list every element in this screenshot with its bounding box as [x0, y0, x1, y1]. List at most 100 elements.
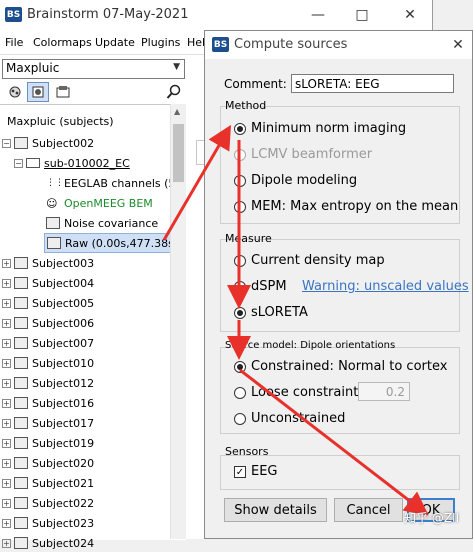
dialog-title: Compute sources [234, 37, 348, 52]
unscaled-warning-link[interactable]: Warning: unscaled values [302, 279, 469, 294]
subject-label: Subject005 [32, 296, 95, 310]
tree-item-headmodel[interactable]: ☺ OpenMEEG BEM [46, 194, 153, 212]
expand-icon[interactable]: + [2, 518, 11, 528]
expand-icon[interactable]: + [2, 538, 11, 548]
tree-item-noisecov[interactable]: Noise covariance [46, 214, 158, 232]
tree-subject[interactable]: + Subject020 [2, 454, 94, 472]
cancel-button[interactable]: Cancel [334, 498, 403, 522]
expand-icon[interactable]: + [2, 278, 11, 288]
tree-subject[interactable]: + Subject003 [2, 254, 94, 272]
expand-icon[interactable]: + [2, 498, 11, 508]
method-dipole-radio[interactable] [234, 175, 246, 187]
tree-subject[interactable]: + Subject005 [2, 294, 94, 312]
maximize-button[interactable]: □ [347, 0, 377, 30]
expand-icon[interactable]: + [2, 478, 11, 488]
expand-icon[interactable]: + [2, 398, 11, 408]
brainstorm-logo-icon: BS [5, 7, 22, 22]
tree-subject[interactable]: + Subject006 [2, 314, 94, 332]
orient-unconstrained-radio[interactable] [234, 413, 246, 425]
subject-icon [14, 397, 28, 409]
sensors-title: Sensors [225, 445, 269, 458]
sensor-eeg-checkbox[interactable]: ✓ [234, 466, 246, 478]
show-details-button[interactable]: Show details [224, 498, 327, 522]
tree-root[interactable]: Maxpluic (subjects) [7, 112, 114, 130]
subject-label: Subject006 [32, 316, 95, 330]
orient-loose-label[interactable]: Loose constraints [251, 385, 365, 400]
view-subjects-button[interactable] [27, 82, 49, 102]
expand-icon[interactable]: + [2, 458, 11, 468]
menu-file[interactable]: File [5, 36, 23, 49]
tree-subject[interactable]: + Subject017 [2, 414, 94, 432]
measure-dspm-radio[interactable] [234, 281, 246, 293]
sensor-eeg-label[interactable]: EEG [251, 464, 278, 479]
orient-constrained-radio[interactable] [234, 361, 246, 373]
tree-subject[interactable]: + Subject021 [2, 474, 94, 492]
menu-update[interactable]: Update [95, 36, 135, 49]
tree-subject[interactable]: + Subject022 [2, 494, 94, 512]
method-minnorm-radio[interactable] [234, 123, 246, 135]
measure-current-radio[interactable] [234, 255, 246, 267]
method-lcmv-radio [234, 149, 246, 161]
collapse-icon[interactable]: − [14, 158, 23, 168]
item-label: OpenMEEG BEM [64, 196, 153, 210]
method-mem-label[interactable]: MEM: Max entropy on the mean [251, 199, 458, 214]
tree-subject[interactable]: + Subject024 [2, 534, 94, 552]
search-button[interactable] [163, 82, 185, 102]
tree-condition[interactable]: − sub-010002_EC [14, 154, 130, 172]
method-mem-radio[interactable] [234, 201, 246, 213]
tree-subject[interactable]: + Subject004 [2, 274, 94, 292]
channels-icon: ⋮⋮ [46, 178, 64, 188]
expand-icon[interactable]: + [2, 318, 11, 328]
dialog-close-button[interactable]: ✕ [443, 30, 473, 60]
subject-icon [14, 517, 28, 529]
view-functional-button[interactable] [4, 82, 26, 102]
method-lcmv-label: LCMV beamformer [251, 147, 373, 162]
tree-item-raw[interactable]: Raw (0.00s,477.38s) [44, 233, 182, 253]
minimize-button[interactable]: — [303, 0, 333, 30]
expand-icon[interactable]: + [2, 378, 11, 388]
subject-icon [14, 337, 28, 349]
orient-unconstrained-label[interactable]: Unconstrained [251, 411, 345, 426]
expand-icon[interactable]: + [2, 258, 11, 268]
collapse-icon[interactable]: − [2, 138, 11, 148]
expand-icon[interactable]: + [2, 438, 11, 448]
measure-title: Measure [225, 232, 272, 245]
close-button[interactable]: ✕ [395, 0, 425, 30]
tree-item-channels[interactable]: ⋮⋮ EEGLAB channels (59) [46, 174, 187, 192]
menu-plugins[interactable]: Plugins [141, 36, 180, 49]
expand-icon[interactable]: + [2, 418, 11, 428]
subject-label: Subject022 [32, 496, 95, 510]
method-minnorm-label[interactable]: Minimum norm imaging [251, 121, 406, 136]
orient-constrained-label[interactable]: Constrained: Normal to cortex [251, 359, 447, 374]
measure-sloreta-radio[interactable] [234, 307, 246, 319]
subject-icon [14, 317, 28, 329]
menu-colormaps[interactable]: Colormaps [33, 36, 92, 49]
measure-current-label[interactable]: Current density map [251, 253, 385, 268]
tree-subject[interactable]: + Subject010 [2, 354, 94, 372]
subject-icon [14, 377, 28, 389]
tree-subject002[interactable]: − Subject002 [2, 134, 94, 152]
protocol-select[interactable]: Maxpluic ▼ [2, 59, 185, 79]
matrix-icon [46, 217, 60, 229]
view-anatomy-button[interactable] [52, 82, 74, 102]
tree-subject[interactable]: + Subject007 [2, 334, 94, 352]
tree-subject[interactable]: + Subject019 [2, 434, 94, 452]
scrollbar-thumb[interactable] [173, 124, 184, 182]
expand-icon[interactable]: + [2, 338, 11, 348]
comment-field[interactable]: sLORETA: EEG [291, 74, 454, 93]
tree-subject[interactable]: + Subject012 [2, 374, 94, 392]
selected-dot [237, 310, 243, 316]
tree-scrollbar[interactable]: ▲ [170, 104, 186, 539]
measure-dspm-label[interactable]: dSPM [251, 279, 287, 294]
tree-subject[interactable]: + Subject023 [2, 514, 94, 532]
expand-icon[interactable]: + [2, 298, 11, 308]
scroll-up-icon[interactable]: ▲ [174, 107, 180, 116]
expand-icon[interactable]: + [2, 358, 11, 368]
item-label: Raw (0.00s,477.38s) [65, 236, 179, 250]
measure-sloreta-label[interactable]: sLORETA [251, 305, 308, 320]
watermark: 知乎 @ZII [404, 511, 460, 525]
method-dipole-label[interactable]: Dipole modeling [251, 173, 357, 188]
method-title: Method [225, 99, 267, 112]
tree-subject[interactable]: + Subject016 [2, 394, 94, 412]
orient-loose-radio[interactable] [234, 387, 246, 399]
